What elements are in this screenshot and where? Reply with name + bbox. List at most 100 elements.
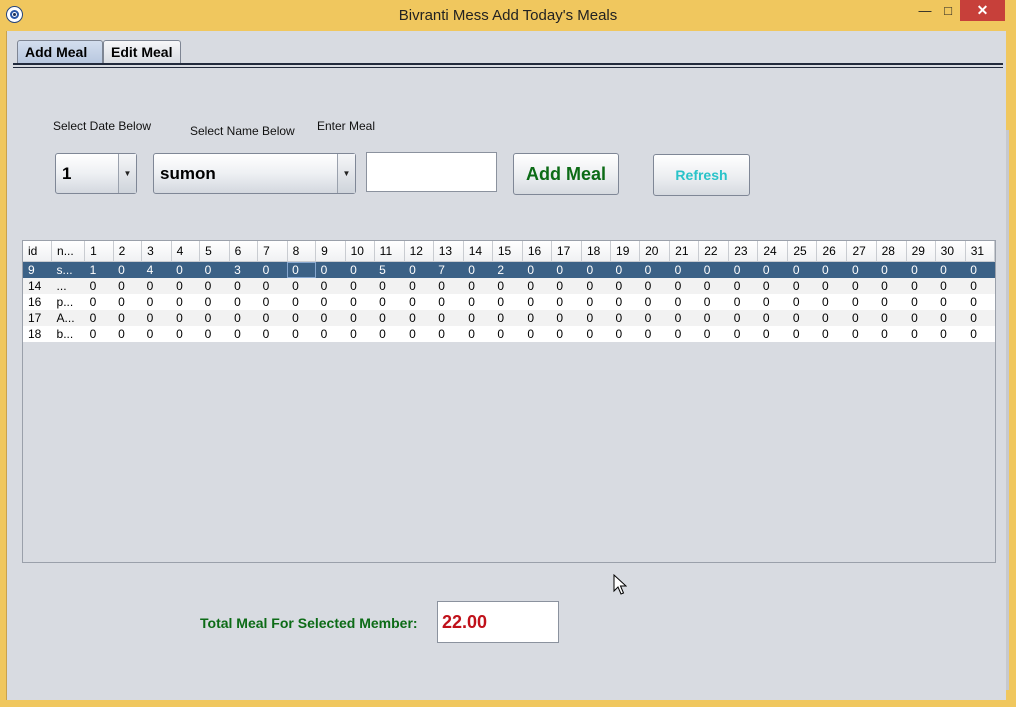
table-cell[interactable]: 0 bbox=[84, 294, 114, 310]
table-cell[interactable]: 0 bbox=[728, 294, 758, 310]
table-cell[interactable]: 0 bbox=[698, 278, 729, 294]
table-cell[interactable]: 0 bbox=[345, 294, 375, 310]
table-cell[interactable]: 0 bbox=[698, 261, 729, 278]
table-cell[interactable]: 0 bbox=[315, 326, 346, 342]
table-cell[interactable]: 1 bbox=[84, 261, 114, 278]
table-cell[interactable]: 0 bbox=[669, 326, 699, 342]
column-header[interactable]: 10 bbox=[345, 241, 375, 262]
table-cell[interactable]: 0 bbox=[257, 278, 288, 294]
table-cell[interactable]: 0 bbox=[551, 294, 582, 310]
table-cell[interactable]: 4 bbox=[141, 261, 172, 278]
table-cell[interactable]: 0 bbox=[876, 278, 907, 294]
table-cell[interactable]: 0 bbox=[229, 278, 258, 294]
table-cell[interactable]: 0 bbox=[551, 261, 582, 278]
close-button[interactable]: ✕ bbox=[960, 0, 1005, 21]
table-cell[interactable]: 0 bbox=[345, 326, 375, 342]
column-header[interactable]: 14 bbox=[463, 241, 493, 262]
table-cell[interactable]: 0 bbox=[257, 310, 288, 326]
table-cell[interactable]: 0 bbox=[374, 294, 405, 310]
column-header[interactable]: 16 bbox=[522, 241, 552, 262]
table-cell[interactable]: 0 bbox=[935, 326, 966, 342]
column-header[interactable]: 26 bbox=[816, 241, 848, 262]
table-cell[interactable]: 0 bbox=[906, 294, 936, 310]
table-cell[interactable]: 0 bbox=[965, 310, 995, 326]
table-cell[interactable]: 0 bbox=[757, 326, 788, 342]
table-cell[interactable]: 0 bbox=[816, 294, 847, 310]
table-cell[interactable]: 0 bbox=[787, 261, 817, 278]
table-cell[interactable]: 17 bbox=[23, 310, 52, 326]
table-cell[interactable]: 0 bbox=[846, 310, 877, 326]
table-cell[interactable]: 0 bbox=[463, 326, 493, 342]
table-cell[interactable]: 0 bbox=[171, 326, 200, 342]
table-cell[interactable]: 0 bbox=[522, 278, 552, 294]
table-cell[interactable]: 0 bbox=[728, 326, 758, 342]
table-cell[interactable]: 0 bbox=[287, 278, 316, 294]
table-cell[interactable]: 16 bbox=[23, 294, 52, 310]
table-cell[interactable]: 0 bbox=[84, 278, 114, 294]
column-header[interactable]: 27 bbox=[846, 241, 877, 262]
table-cell[interactable]: 0 bbox=[816, 310, 847, 326]
table-cell[interactable]: 0 bbox=[199, 261, 230, 278]
table-cell[interactable]: 0 bbox=[522, 261, 552, 278]
table-cell[interactable]: 0 bbox=[315, 294, 346, 310]
table-cell[interactable]: 0 bbox=[610, 278, 640, 294]
table-cell[interactable]: 0 bbox=[551, 326, 582, 342]
table-cell[interactable]: 0 bbox=[171, 294, 200, 310]
table-cell[interactable]: 0 bbox=[433, 326, 464, 342]
table-cell[interactable]: 0 bbox=[315, 310, 346, 326]
table-cell[interactable]: 0 bbox=[141, 294, 172, 310]
column-header[interactable]: 3 bbox=[141, 241, 172, 262]
table-cell[interactable]: 0 bbox=[906, 310, 936, 326]
chevron-down-icon[interactable]: ▼ bbox=[337, 154, 355, 193]
table-cell[interactable]: 9 bbox=[23, 261, 52, 278]
table-cell[interactable]: 0 bbox=[728, 310, 758, 326]
column-header[interactable]: 7 bbox=[257, 241, 288, 262]
table-cell[interactable]: 0 bbox=[816, 261, 847, 278]
table-cell[interactable]: 0 bbox=[876, 261, 907, 278]
table-cell[interactable]: 0 bbox=[728, 261, 758, 278]
table-cell[interactable]: 0 bbox=[965, 278, 995, 294]
column-header[interactable]: 19 bbox=[610, 241, 641, 262]
chevron-down-icon[interactable]: ▼ bbox=[118, 154, 136, 193]
table-cell[interactable]: 0 bbox=[404, 261, 434, 278]
table-cell[interactable]: 0 bbox=[229, 294, 258, 310]
table-cell[interactable]: 0 bbox=[113, 278, 142, 294]
table-cell[interactable]: 14 bbox=[23, 278, 52, 294]
column-header[interactable]: 24 bbox=[757, 241, 789, 262]
table-cell[interactable]: 0 bbox=[906, 261, 936, 278]
table-cell[interactable]: 0 bbox=[876, 326, 907, 342]
table-cell[interactable]: 0 bbox=[876, 294, 907, 310]
table-cell[interactable]: 7 bbox=[433, 261, 464, 278]
table-cell[interactable]: 0 bbox=[906, 278, 936, 294]
table-cell[interactable]: 0 bbox=[404, 310, 434, 326]
table-row[interactable]: 9 s... 1 0 4 0 0 3 0 0 0 0 5 0 7 0 2 0 0 0 0 0 0 0 0 0 0 0 0 0 0 0 0 bbox=[23, 261, 995, 278]
table-cell[interactable]: 0 bbox=[84, 326, 114, 342]
table-cell[interactable]: p... bbox=[51, 294, 85, 310]
table-cell[interactable]: 0 bbox=[84, 310, 114, 326]
table-cell[interactable]: 0 bbox=[610, 310, 640, 326]
table-cell[interactable]: 0 bbox=[522, 310, 552, 326]
column-header[interactable]: 23 bbox=[728, 241, 759, 262]
table-cell[interactable]: 0 bbox=[787, 326, 817, 342]
table-cell[interactable]: 0 bbox=[141, 278, 172, 294]
table-cell[interactable]: 0 bbox=[229, 326, 258, 342]
column-header[interactable]: 28 bbox=[876, 241, 907, 262]
column-header[interactable]: 22 bbox=[698, 241, 730, 262]
refresh-button[interactable]: Refresh bbox=[653, 154, 750, 196]
table-row[interactable]: 14... 0 0 0 0 0 0 0 0 0 0 0 0 0 0 0 0 0 0 0 0 0 0 0 0 0 0 0 0 0 0 0 bbox=[23, 278, 995, 294]
table-cell[interactable]: 0 bbox=[404, 294, 434, 310]
table-cell[interactable]: 0 bbox=[935, 261, 966, 278]
column-header[interactable]: 4 bbox=[171, 241, 201, 262]
tab-add-meal[interactable]: Add Meal bbox=[17, 40, 103, 64]
table-cell[interactable]: 0 bbox=[965, 326, 995, 342]
table-cell[interactable]: 0 bbox=[757, 310, 788, 326]
table-cell[interactable]: 0 bbox=[141, 326, 172, 342]
table-cell[interactable]: 0 bbox=[935, 278, 966, 294]
table-cell[interactable]: 0 bbox=[404, 326, 434, 342]
table-cell[interactable]: 0 bbox=[581, 261, 611, 278]
table-cell[interactable]: 0 bbox=[639, 310, 670, 326]
table-cell[interactable]: 0 bbox=[787, 294, 817, 310]
table-cell[interactable]: ... bbox=[51, 278, 85, 294]
table-cell[interactable]: 0 bbox=[199, 294, 230, 310]
table-cell[interactable]: 0 bbox=[639, 326, 670, 342]
